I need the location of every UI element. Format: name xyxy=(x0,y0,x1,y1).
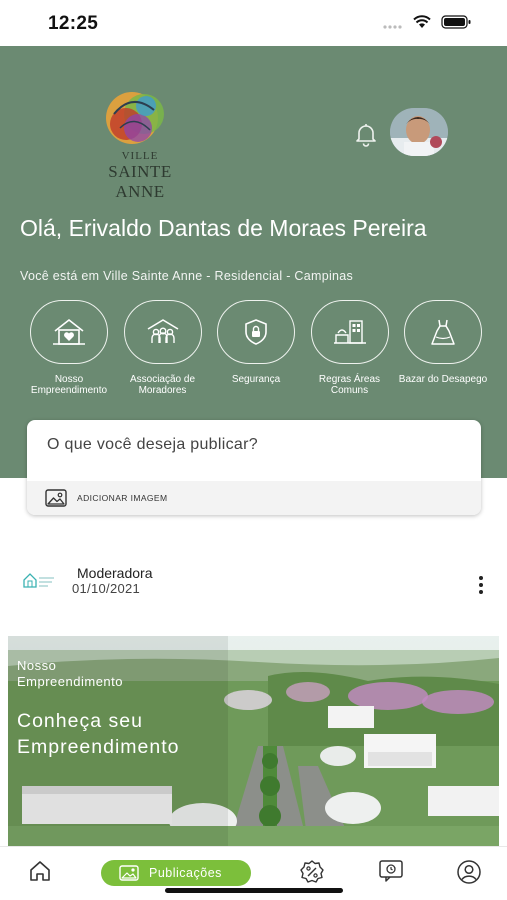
header: VILLE SAINTE ANNE Olá, Erivaldo Dantas d… xyxy=(0,46,507,478)
shortcut-bazar-desapego[interactable]: Bazar do Desapego xyxy=(398,300,488,396)
battery-icon xyxy=(441,15,471,34)
tab-publicacoes[interactable]: Publicações xyxy=(101,860,251,886)
shortcut-associacao-moradores[interactable]: Associação de Moradores xyxy=(118,300,208,396)
post-title: Conheça seu Empreendimento xyxy=(17,710,180,758)
wifi-icon xyxy=(413,15,431,34)
shield-lock-icon xyxy=(245,319,267,345)
logo-line2: SAINTE ANNE xyxy=(108,162,172,201)
home-icon xyxy=(30,861,50,881)
image-icon xyxy=(119,865,139,881)
post-date: 01/10/2021 xyxy=(72,581,141,596)
home-indicator[interactable] xyxy=(165,888,343,893)
post-image[interactable]: Nosso Empreendimento Conheça seu Empreen… xyxy=(8,636,499,846)
shortcut-label: Segurança xyxy=(231,374,281,385)
publish-prompt[interactable]: O que você deseja publicar? xyxy=(47,436,258,454)
tab-publicacoes-label: Publicações xyxy=(149,866,222,880)
logo: VILLE SAINTE ANNE xyxy=(82,84,198,201)
post-overline: Nosso Empreendimento xyxy=(17,658,123,689)
shortcut-label: Regras Áreas Comuns xyxy=(318,374,381,396)
building-rules-icon xyxy=(333,320,366,344)
shortcut-regras-areas-comuns[interactable]: Regras Áreas Comuns xyxy=(305,300,395,396)
logo-mark-icon xyxy=(106,92,164,144)
location-text: Você está em Ville Sainte Anne - Residen… xyxy=(20,269,354,283)
chat-icon xyxy=(379,860,403,882)
user-avatar[interactable] xyxy=(390,108,448,156)
tab-profile[interactable] xyxy=(456,859,482,890)
logo-line1: VILLE xyxy=(121,150,159,162)
avatar-photo-icon xyxy=(390,108,448,156)
publish-card[interactable]: O que você deseja publicar? ADICIONAR IM… xyxy=(27,420,481,515)
status-icons xyxy=(383,15,471,34)
tab-messages[interactable] xyxy=(378,859,404,888)
tab-home[interactable] xyxy=(28,859,52,888)
people-group-icon xyxy=(147,319,178,343)
add-image-button[interactable]: ADICIONAR IMAGEM xyxy=(27,481,481,515)
moderator-logo-icon xyxy=(22,570,56,595)
post-header: Moderadora 01/10/2021 xyxy=(0,560,507,610)
tab-discounts[interactable] xyxy=(299,859,325,890)
post-author: Moderadora xyxy=(77,565,153,581)
status-time: 12:25 xyxy=(48,13,99,34)
notification-bell-icon[interactable] xyxy=(352,120,380,153)
shortcut-label: Nosso Empreendimento xyxy=(30,374,108,396)
greeting: Olá, Erivaldo Dantas de Moraes Pereira xyxy=(20,215,427,241)
add-image-label: ADICIONAR IMAGEM xyxy=(77,493,168,503)
dress-icon xyxy=(431,319,455,345)
image-icon xyxy=(45,489,67,507)
post-more-icon[interactable] xyxy=(479,576,483,594)
signal-icon xyxy=(383,16,403,34)
shortcuts: Nosso Empreendimento Associação de Morad… xyxy=(24,300,488,396)
profile-icon xyxy=(457,860,481,884)
shortcut-nosso-empreendimento[interactable]: Nosso Empreendimento xyxy=(24,300,114,396)
shortcut-label: Bazar do Desapego xyxy=(398,374,488,385)
shortcut-label: Associação de Moradores xyxy=(129,374,196,396)
house-heart-icon xyxy=(53,318,85,345)
shortcut-seguranca[interactable]: Segurança xyxy=(211,300,301,396)
discount-icon xyxy=(300,860,324,883)
status-bar: 12:25 xyxy=(0,0,507,46)
